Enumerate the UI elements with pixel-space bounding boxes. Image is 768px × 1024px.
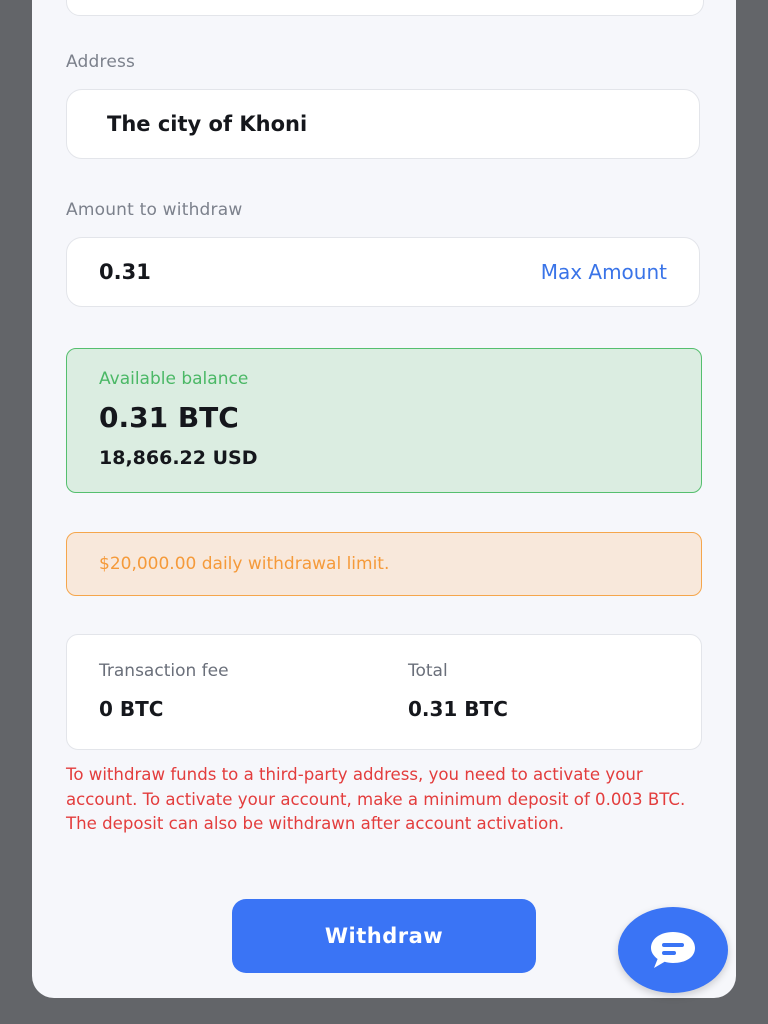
total-label: Total bbox=[408, 661, 448, 681]
withdrawal-limit-text: $20,000.00 daily withdrawal limit. bbox=[99, 554, 390, 574]
available-balance-label: Available balance bbox=[99, 369, 249, 389]
transaction-fee-label: Transaction fee bbox=[99, 661, 229, 681]
previous-input-field[interactable] bbox=[66, 0, 704, 16]
activation-warning: To withdraw funds to a third-party addre… bbox=[66, 765, 686, 834]
chat-bubble-icon bbox=[651, 932, 695, 968]
balance-usd: 18,866.22 USD bbox=[99, 447, 258, 469]
balance-btc: 0.31 BTC bbox=[99, 401, 239, 434]
address-field[interactable]: The city of Khoni bbox=[66, 89, 700, 159]
chat-button[interactable] bbox=[618, 907, 728, 993]
address-value: The city of Khoni bbox=[107, 112, 308, 136]
withdrawal-limit-notice: $20,000.00 daily withdrawal limit. bbox=[66, 532, 702, 596]
withdraw-button[interactable]: Withdraw bbox=[232, 899, 536, 973]
amount-value: 0.31 bbox=[99, 260, 151, 284]
address-label: Address bbox=[66, 52, 136, 72]
available-balance-card: Available balance 0.31 BTC 18,866.22 USD bbox=[66, 348, 702, 493]
amount-label: Amount to withdraw bbox=[66, 200, 243, 220]
fee-summary-card: Transaction fee 0 BTC Total 0.31 BTC bbox=[66, 634, 702, 750]
amount-field[interactable]: 0.31 Max Amount bbox=[66, 237, 700, 307]
transaction-fee-value: 0 BTC bbox=[99, 697, 164, 721]
max-amount-button[interactable]: Max Amount bbox=[541, 260, 667, 284]
total-value: 0.31 BTC bbox=[408, 697, 508, 721]
